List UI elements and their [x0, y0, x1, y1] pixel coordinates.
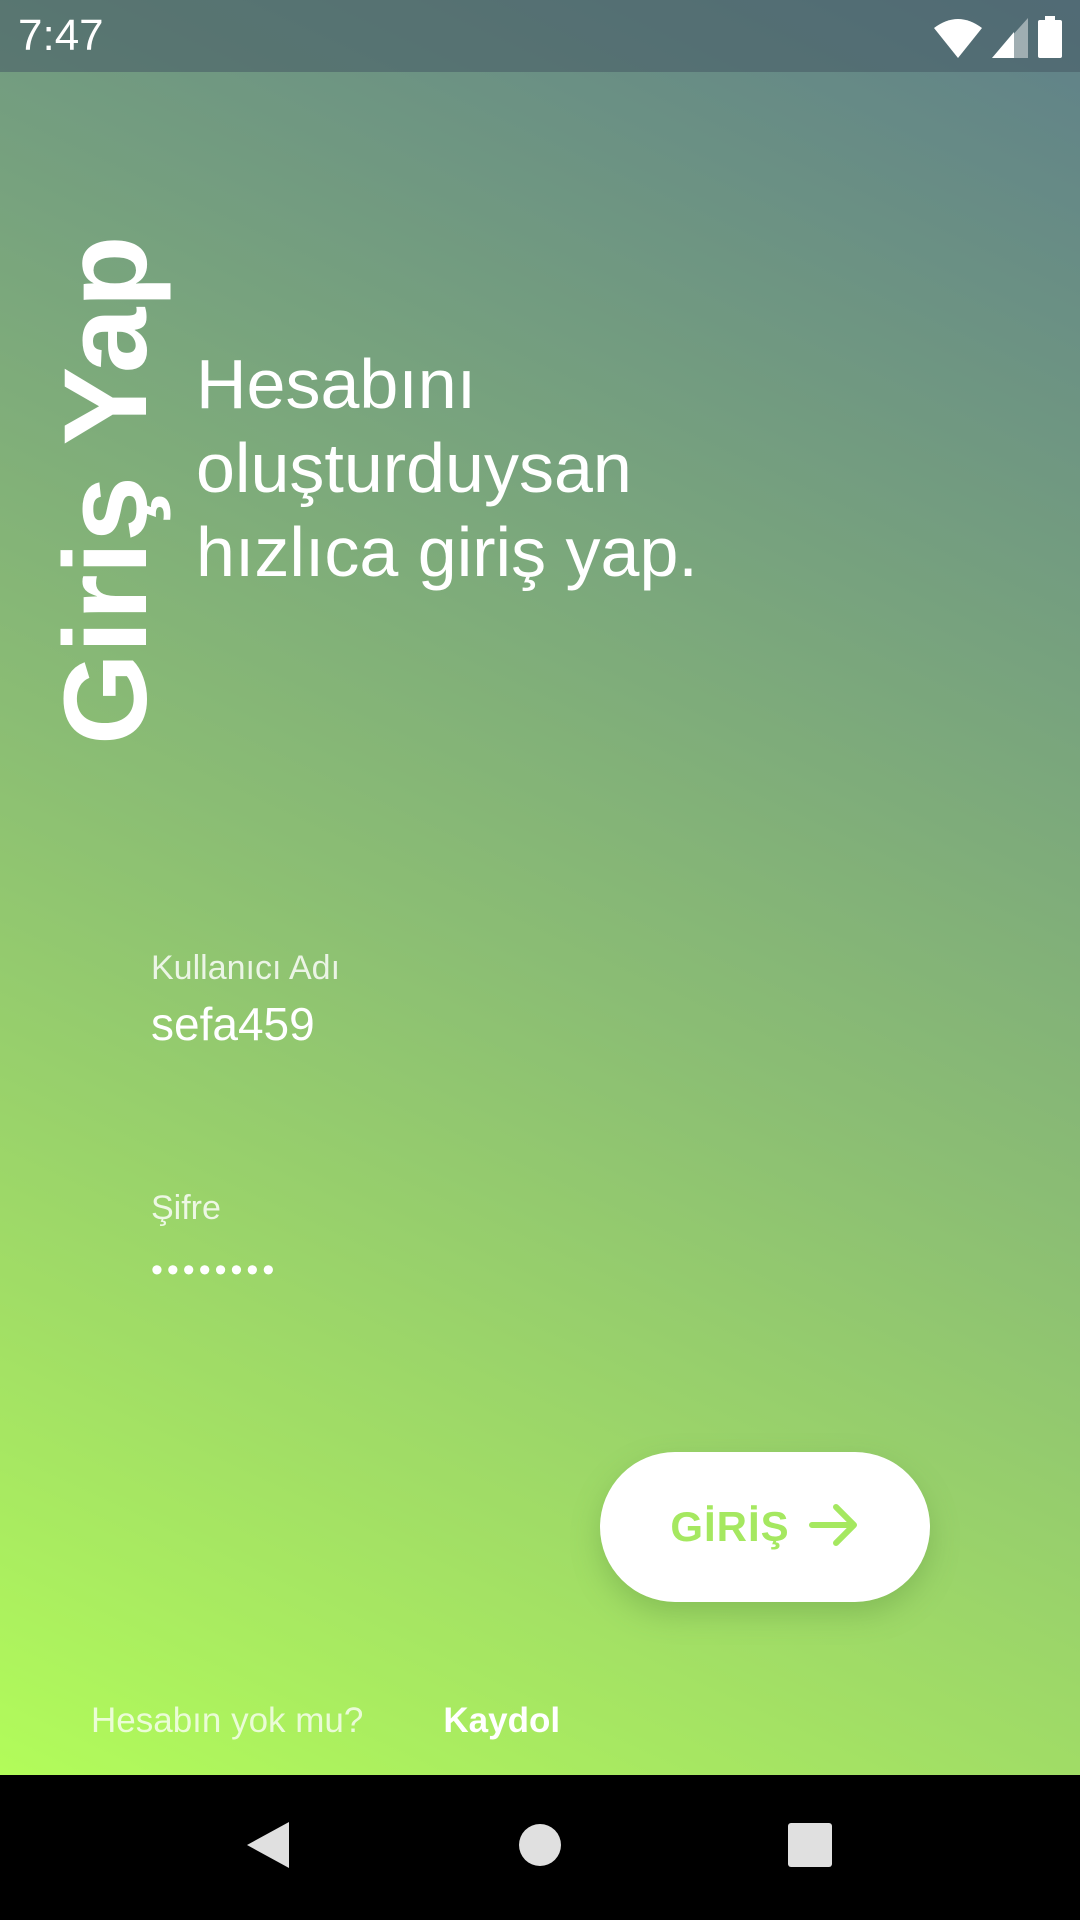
- arrow-right-icon: [808, 1503, 860, 1552]
- no-account-text: Hesabın yok mu?: [91, 1701, 364, 1740]
- headline: Hesabını oluşturduysan hızlıca giriş yap…: [196, 345, 698, 591]
- username-input[interactable]: sefa459: [151, 996, 951, 1052]
- home-icon: [518, 1823, 562, 1872]
- password-label: Şifre: [151, 1189, 221, 1227]
- back-icon: [245, 1820, 291, 1875]
- status-time: 7:47: [18, 11, 104, 60]
- status-bar: 7:47: [0, 0, 1080, 72]
- navigation-bar: [0, 1775, 1080, 1920]
- battery-icon: [1038, 16, 1062, 58]
- password-field[interactable]: Şifre ••••••••: [151, 1188, 951, 1298]
- login-button[interactable]: GİRİŞ: [600, 1452, 930, 1602]
- recents-icon: [787, 1822, 833, 1873]
- status-icons: [934, 14, 1062, 58]
- home-button[interactable]: [480, 1775, 600, 1920]
- login-screen: 7:47 Giriş Yap Hesabını oluşturduysan hı…: [0, 0, 1080, 1775]
- password-input[interactable]: ••••••••: [151, 1242, 951, 1298]
- username-label: Kullanıcı Adı: [151, 949, 341, 987]
- page-title-text: Giriş Yap: [40, 235, 172, 745]
- cellular-signal-icon: [992, 18, 1028, 58]
- recents-button[interactable]: [750, 1775, 870, 1920]
- signup-link[interactable]: Kaydol: [443, 1701, 560, 1741]
- wifi-icon: [934, 18, 982, 58]
- back-button[interactable]: [208, 1775, 328, 1920]
- username-field[interactable]: Kullanıcı Adı sefa459: [151, 948, 951, 1052]
- signup-row: Hesabın yok mu? Kaydol: [91, 1698, 560, 1744]
- login-button-label: GİRİŞ: [670, 1503, 790, 1550]
- page-title: Giriş Yap: [40, 235, 172, 745]
